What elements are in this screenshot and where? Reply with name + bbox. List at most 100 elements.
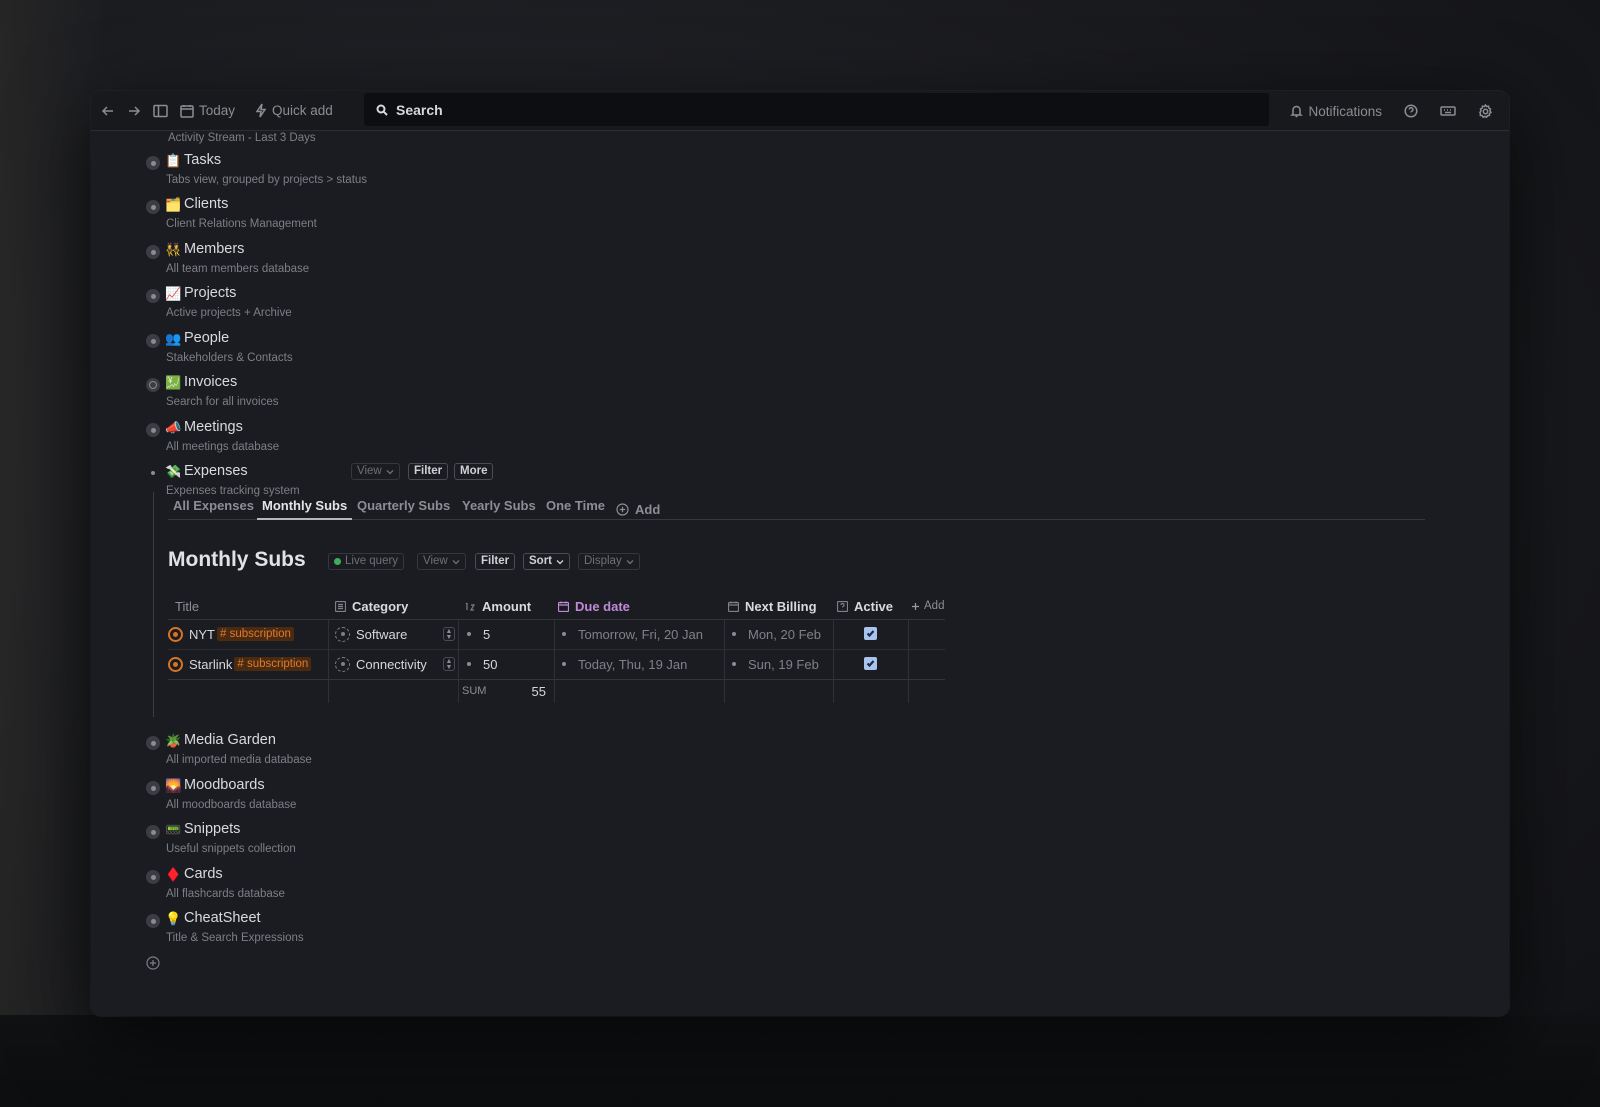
item-title[interactable]: CheatSheet: [184, 910, 261, 926]
forward-button[interactable]: [121, 97, 147, 125]
keyboard-shortcuts-button[interactable]: [1434, 97, 1462, 125]
item-title[interactable]: Snippets: [184, 821, 240, 837]
list-item-people[interactable]: 👥 People Stakeholders & Contacts: [146, 328, 746, 372]
tab-quarterly-subs[interactable]: Quarterly Subs: [357, 498, 450, 520]
search-input[interactable]: Search: [364, 93, 1269, 126]
checkbox-checked-icon[interactable]: [864, 656, 877, 670]
column-header-due-date[interactable]: Due date: [558, 595, 630, 617]
bullet[interactable]: [146, 870, 160, 884]
live-query-badge[interactable]: Live query: [328, 553, 405, 570]
list-icon: [335, 600, 346, 612]
add-item-button[interactable]: [146, 956, 160, 970]
checkbox-checked-icon[interactable]: [864, 626, 877, 640]
bullet[interactable]: [146, 914, 160, 928]
table-row-title[interactable]: Starlink # subscription: [168, 649, 312, 679]
item-title[interactable]: Moodboards: [184, 777, 265, 793]
next-billing-cell[interactable]: Mon, 20 Feb: [732, 619, 821, 649]
due-date-cell[interactable]: Tomorrow, Fri, 20 Jan: [562, 619, 703, 649]
filter-button[interactable]: Filter: [408, 463, 449, 480]
status-circle-icon[interactable]: [168, 656, 183, 672]
next-billing-cell[interactable]: Sun, 19 Feb: [732, 649, 819, 679]
stepper-icon[interactable]: ▲ ▼: [443, 627, 455, 641]
tab-add-button[interactable]: Add: [616, 498, 660, 520]
back-button[interactable]: [95, 97, 121, 125]
more-button[interactable]: More: [454, 463, 494, 480]
notifications-button[interactable]: Notifications: [1284, 97, 1388, 125]
item-title[interactable]: Members: [184, 241, 244, 257]
status-circle-icon[interactable]: [168, 626, 183, 642]
bullet[interactable]: [146, 156, 160, 170]
sort-label: Sort: [529, 555, 552, 567]
active-checkbox[interactable]: [864, 648, 877, 678]
subscription-tag[interactable]: # subscription: [234, 657, 312, 671]
row-title[interactable]: NYT: [189, 627, 215, 642]
item-title[interactable]: Expenses: [184, 463, 248, 479]
bullet[interactable]: [146, 736, 160, 750]
bullet[interactable]: [146, 289, 160, 303]
display-dropdown[interactable]: Display: [578, 553, 640, 570]
help-button[interactable]: [1398, 97, 1424, 125]
list-item-snippets[interactable]: 📟 Snippets Useful snippets collection: [146, 819, 746, 863]
list-item-tasks[interactable]: 📋 Tasks Tabs view, grouped by projects >…: [146, 150, 746, 194]
bullet[interactable]: [146, 781, 160, 795]
tab-yearly-subs[interactable]: Yearly Subs: [462, 498, 536, 520]
item-title[interactable]: Projects: [184, 285, 236, 301]
category-value: Connectivity: [356, 656, 427, 672]
view-dropdown[interactable]: View: [351, 463, 400, 480]
add-column-button[interactable]: Add: [911, 595, 944, 617]
settings-button[interactable]: [1472, 97, 1499, 125]
bullet[interactable]: [151, 471, 155, 475]
chevron-down-icon: [626, 559, 634, 564]
tab-one-time[interactable]: One Time: [546, 498, 605, 520]
item-title[interactable]: Invoices: [184, 374, 237, 390]
list-item-clients[interactable]: 🗂️ Clients Client Relations Management: [146, 194, 746, 238]
item-title[interactable]: Tasks: [184, 152, 221, 168]
search-bullet-icon[interactable]: [146, 378, 160, 392]
filter-button-2[interactable]: Filter: [475, 553, 516, 570]
tab-monthly-subs[interactable]: Monthly Subs: [257, 498, 353, 520]
bullet[interactable]: [146, 423, 160, 437]
subscription-tag[interactable]: # subscription: [217, 627, 294, 641]
stepper-icon[interactable]: ▲ ▼: [443, 657, 455, 671]
sidebar-toggle-button[interactable]: [147, 97, 174, 125]
amount-cell[interactable]: 5: [467, 619, 490, 649]
item-title[interactable]: Clients: [184, 196, 228, 212]
quick-add-button[interactable]: Quick add: [249, 97, 339, 125]
item-title[interactable]: People: [184, 330, 229, 346]
list-item-invoices[interactable]: 💹 Invoices Search for all invoices: [146, 372, 746, 416]
list-item-media-garden[interactable]: 🪴 Media Garden All imported media databa…: [146, 730, 746, 774]
list-item-projects[interactable]: 📈 Projects Active projects + Archive: [146, 283, 746, 327]
due-date-cell[interactable]: Today, Thu, 19 Jan: [562, 649, 687, 679]
column-header-category[interactable]: Category: [335, 595, 408, 617]
list-item-members[interactable]: 👯 Members All team members database: [146, 239, 746, 283]
table-row-title[interactable]: NYT # subscription: [168, 619, 294, 649]
sort-dropdown[interactable]: Sort: [523, 553, 570, 570]
list-item-meetings[interactable]: 📣 Meetings All meetings database: [146, 417, 746, 461]
tab-all-expenses[interactable]: All Expenses: [173, 498, 254, 520]
bullet[interactable]: [146, 245, 160, 259]
category-cell[interactable]: Connectivity: [335, 649, 427, 679]
row-title[interactable]: Starlink: [189, 657, 232, 672]
keyboard-icon: [1440, 106, 1456, 116]
category-cell[interactable]: Software: [335, 619, 407, 649]
column-header-active[interactable]: Active: [837, 595, 893, 617]
active-checkbox[interactable]: [864, 618, 877, 648]
item-title[interactable]: Cards: [184, 866, 223, 882]
column-header-next-billing[interactable]: Next Billing: [728, 595, 817, 617]
column-header-amount[interactable]: Amount: [465, 595, 531, 617]
help-icon: [1404, 104, 1418, 118]
today-button[interactable]: Today: [174, 97, 241, 125]
bullet[interactable]: [146, 825, 160, 839]
bullet: [562, 662, 566, 666]
amount-cell[interactable]: 50: [467, 649, 497, 679]
list-item-moodboards[interactable]: 🌄 Moodboards All moodboards database: [146, 775, 746, 819]
bullet[interactable]: [146, 334, 160, 348]
gear-icon: [1479, 103, 1493, 118]
bullet[interactable]: [146, 200, 160, 214]
item-title[interactable]: Meetings: [184, 419, 243, 435]
column-header-title[interactable]: Title: [175, 595, 199, 617]
list-item-cheatsheet[interactable]: 💡 CheatSheet Title & Search Expressions: [146, 908, 746, 952]
item-title[interactable]: Media Garden: [184, 732, 276, 748]
list-item-cards[interactable]: ♦️ Cards All flashcards database: [146, 864, 746, 908]
view-dropdown-2[interactable]: View: [417, 553, 466, 570]
